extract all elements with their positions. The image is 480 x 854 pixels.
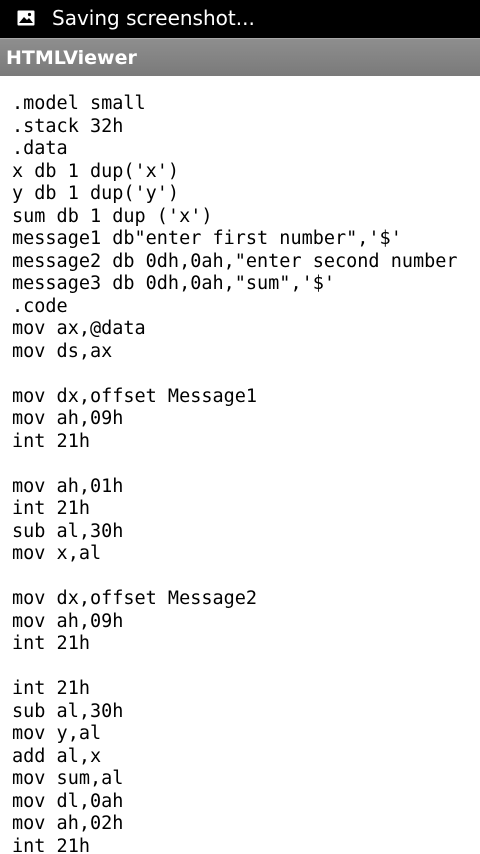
image-icon <box>17 10 35 26</box>
code-line: .code <box>12 295 68 317</box>
code-line: mov ds,ax <box>12 340 113 362</box>
code-line: .stack 32h <box>12 115 124 137</box>
code-line: sub al,30h <box>12 700 124 722</box>
code-line: mov ah,01h <box>12 475 124 497</box>
code-line: int 21h <box>12 430 90 452</box>
status-notification-text: Saving screenshot... <box>52 6 255 30</box>
code-line: x db 1 dup('x') <box>12 160 180 182</box>
code-line: mov dx,offset Message2 <box>12 588 258 609</box>
code-line: sum db 1 dup ('x') <box>12 205 213 227</box>
code-line: mov y,al <box>12 723 102 744</box>
code-line: add al,x <box>12 745 102 767</box>
code-line: .model small <box>12 93 146 114</box>
code-line: mov ah,09h <box>12 610 124 632</box>
document-content[interactable]: .model small .stack 32h .data x db 1 dup('x… <box>12 93 480 854</box>
code-line: int 21h <box>12 835 90 854</box>
code-line: mov ah,09h <box>12 408 124 429</box>
status-bar: Saving screenshot... <box>0 0 480 38</box>
app-title-bar: HTMLViewer <box>0 38 480 76</box>
code-line: mov dl,0ah <box>12 790 124 812</box>
code-line: int 21h <box>12 633 90 654</box>
code-line: message3 db 0dh,0ah,"sum",'$' <box>12 273 336 294</box>
code-line: y db 1 dup('y') <box>12 183 180 204</box>
code-line: int 21h <box>12 678 90 699</box>
app-title: HTMLViewer <box>6 47 137 69</box>
code-line: mov ah,02h <box>12 813 124 834</box>
code-line: mov sum,al <box>12 768 124 789</box>
code-line: .data <box>12 138 68 159</box>
code-line: int 21h <box>12 498 90 519</box>
code-line: sub al,30h <box>12 520 124 542</box>
code-line: message2 db 0dh,0ah,"enter second number <box>12 250 458 272</box>
code-line: mov dx,offset Message1 <box>12 385 258 407</box>
code-line: message1 db"enter first number",'$' <box>12 228 402 249</box>
code-line: mov x,al <box>12 543 102 564</box>
code-line: mov ax,@data <box>12 318 146 339</box>
